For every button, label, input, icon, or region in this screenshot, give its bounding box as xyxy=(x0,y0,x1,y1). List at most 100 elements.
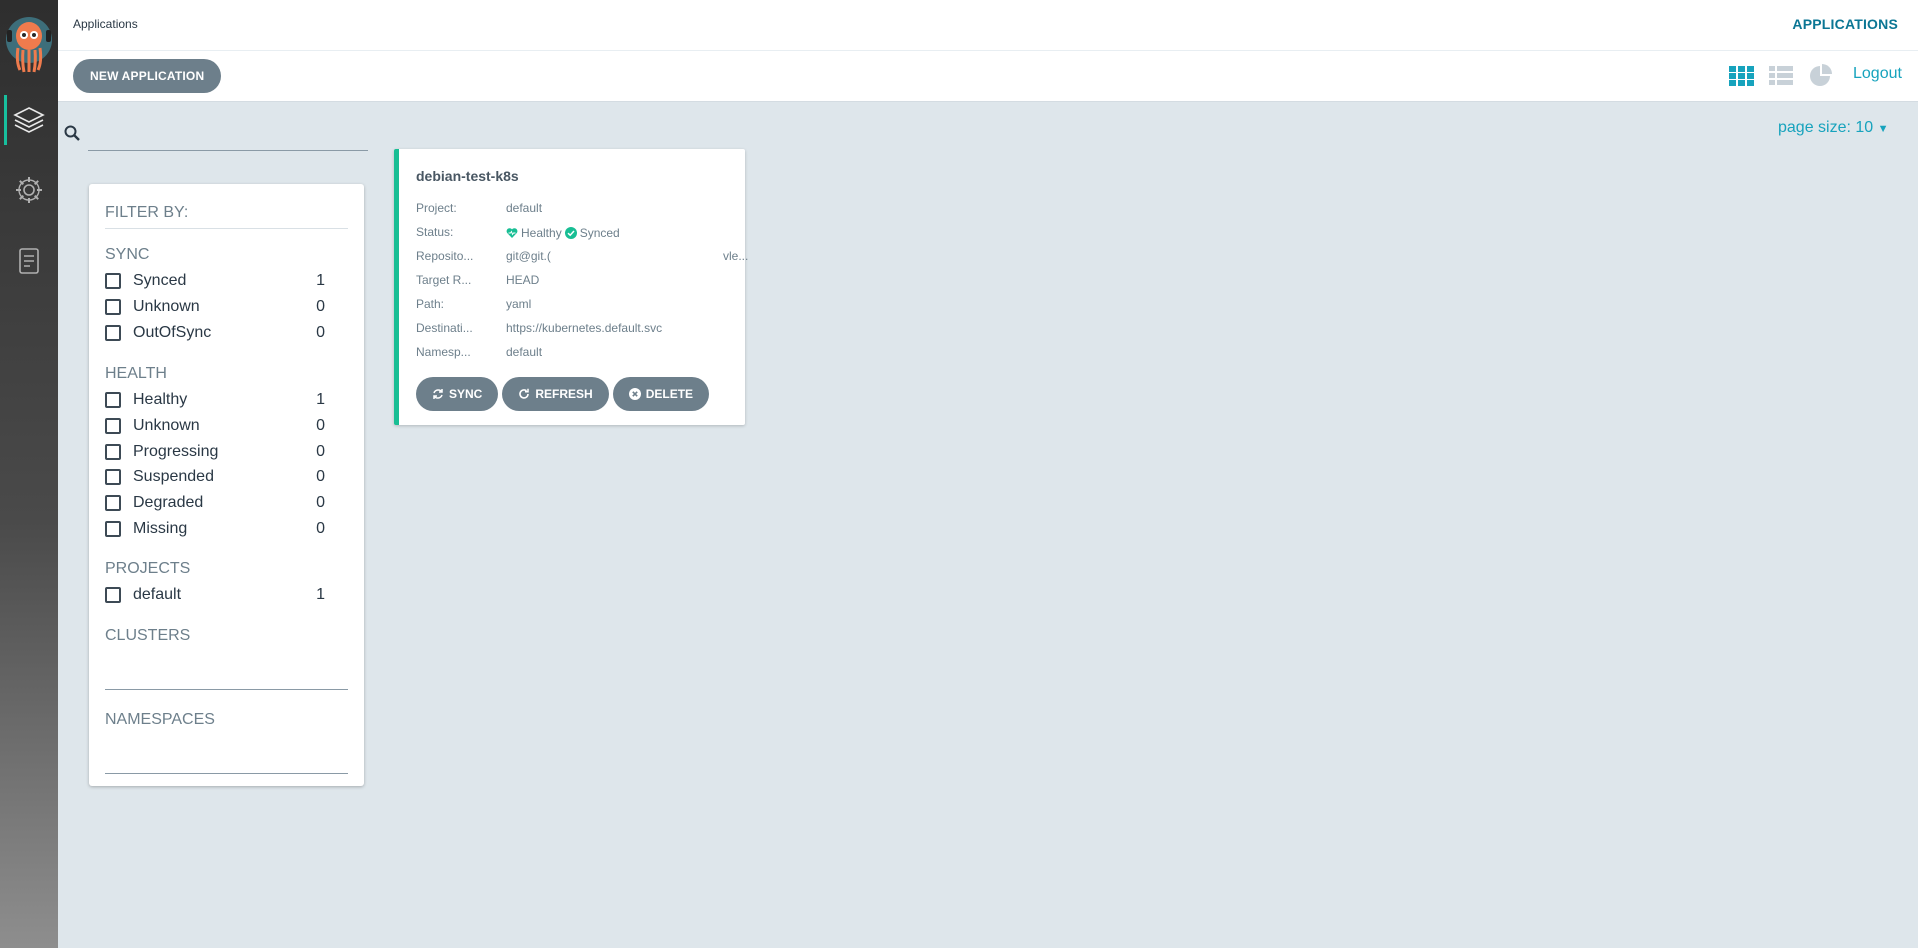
filter-label: Suspended xyxy=(133,468,214,485)
field-repository: Reposito... git@git.( vle... xyxy=(416,249,749,265)
field-destination: Destinati... https://kubernetes.default.s… xyxy=(416,321,746,337)
filter-health-healthy[interactable]: Healthy 1 xyxy=(105,388,325,412)
delete-button[interactable]: DELETE xyxy=(612,377,710,411)
filter-count: 0 xyxy=(316,468,325,485)
filter-health-progressing[interactable]: Progressing 0 xyxy=(105,440,325,464)
sync-button[interactable]: SYNC xyxy=(416,377,499,411)
card-actions: SYNC REFRESH DELETE xyxy=(416,377,710,411)
top-bar: Applications APPLICATIONS xyxy=(58,0,1918,51)
checkbox[interactable] xyxy=(105,392,121,408)
filter-project-default[interactable]: default 1 xyxy=(105,583,325,607)
field-value-tail: vle... xyxy=(723,249,749,263)
filter-count: 1 xyxy=(316,586,325,603)
logout-link[interactable]: Logout xyxy=(1853,65,1902,83)
filter-health-missing[interactable]: Missing 0 xyxy=(105,517,325,541)
tiles-view-icon[interactable] xyxy=(1728,63,1754,89)
summary-pie-icon[interactable] xyxy=(1808,63,1834,89)
breadcrumb[interactable]: Applications xyxy=(73,17,138,31)
filter-label: OutOfSync xyxy=(133,324,212,341)
filter-label: Degraded xyxy=(133,494,204,511)
page-title: APPLICATIONS xyxy=(1792,16,1898,32)
filter-count: 0 xyxy=(316,298,325,315)
search-icon xyxy=(64,125,80,141)
clusters-input[interactable] xyxy=(105,689,348,690)
field-key: Status: xyxy=(416,225,454,239)
layers-icon xyxy=(13,107,45,133)
app-name[interactable]: debian-test-k8s xyxy=(416,168,519,184)
nav-settings[interactable] xyxy=(0,165,58,215)
health-section-title: HEALTH xyxy=(105,365,167,382)
filter-count: 0 xyxy=(316,417,325,434)
field-value: default xyxy=(506,201,543,215)
checkbox[interactable] xyxy=(105,587,121,603)
checkbox[interactable] xyxy=(105,444,121,460)
sync-status: Synced xyxy=(579,226,620,240)
refresh-button-label: REFRESH xyxy=(535,387,593,401)
checkbox[interactable] xyxy=(105,495,121,511)
filter-label: Unknown xyxy=(133,417,200,434)
filter-count: 0 xyxy=(316,324,325,341)
checkbox[interactable] xyxy=(105,299,121,315)
field-project: Project: default xyxy=(416,201,746,217)
clusters-section-title: CLUSTERS xyxy=(105,627,191,644)
filter-label: Missing xyxy=(133,520,188,537)
filter-count: 0 xyxy=(316,443,325,460)
application-card[interactable]: debian-test-k8s Project: default Status: … xyxy=(394,149,749,425)
new-application-button[interactable]: NEW APPLICATION xyxy=(73,59,222,93)
sidebar xyxy=(0,0,58,948)
filter-health-degraded[interactable]: Degraded 0 xyxy=(105,491,325,515)
field-key: Reposito... xyxy=(416,249,474,263)
field-value: yaml xyxy=(506,297,532,311)
filter-label: Unknown xyxy=(133,298,200,315)
search-input[interactable] xyxy=(88,116,368,151)
field-target-revision: Target R... HEAD xyxy=(416,273,746,289)
filter-label: Healthy xyxy=(133,391,188,408)
filter-label: Progressing xyxy=(133,443,219,460)
filter-health-suspended[interactable]: Suspended 0 xyxy=(105,465,325,489)
heart-icon xyxy=(506,228,518,238)
namespaces-section-title: NAMESPACES xyxy=(105,711,215,728)
refresh-icon xyxy=(519,388,530,399)
field-key: Path: xyxy=(416,297,445,311)
gear-icon xyxy=(16,177,42,203)
filter-title: FILTER BY: xyxy=(105,204,348,229)
filter-count: 0 xyxy=(316,494,325,511)
filter-panel: FILTER BY: SYNC Synced 1 Unknown 0 OutOfSy… xyxy=(89,184,364,786)
check-circle-icon xyxy=(564,227,577,239)
field-key: Target R... xyxy=(416,273,472,287)
filter-count: 1 xyxy=(316,391,325,408)
field-namespace: Namesp... default xyxy=(416,345,746,361)
refresh-button[interactable]: REFRESH xyxy=(502,377,609,411)
nav-user-info[interactable] xyxy=(0,236,58,286)
filter-sync-outofsync[interactable]: OutOfSync 0 xyxy=(105,321,325,345)
page-size-dropdown[interactable]: page size: 10 ▼ xyxy=(1778,119,1889,137)
delete-button-label: DELETE xyxy=(645,387,694,401)
checkbox[interactable] xyxy=(105,325,121,341)
field-value: HEAD xyxy=(506,273,540,287)
checkbox[interactable] xyxy=(105,418,121,434)
filter-sync-synced[interactable]: Synced 1 xyxy=(105,269,325,293)
field-value: https://kubernetes.default.svc xyxy=(506,321,663,335)
field-status: Status: Healthy Synced xyxy=(416,225,746,241)
sync-icon xyxy=(433,389,443,399)
projects-section-title: PROJECTS xyxy=(105,560,191,577)
filter-label: Synced xyxy=(133,272,187,289)
field-value: git@git.( xyxy=(506,249,551,263)
argo-logo[interactable] xyxy=(4,8,54,74)
filter-health-unknown[interactable]: Unknown 0 xyxy=(105,414,325,438)
filter-sync-unknown[interactable]: Unknown 0 xyxy=(105,295,325,319)
times-circle-icon xyxy=(628,388,641,400)
filter-count: 0 xyxy=(316,520,325,537)
filter-count: 1 xyxy=(316,272,325,289)
caret-down-icon: ▼ xyxy=(1877,123,1889,135)
checkbox[interactable] xyxy=(105,273,121,289)
checkbox[interactable] xyxy=(105,521,121,537)
filter-label: default xyxy=(133,586,182,603)
list-view-icon[interactable] xyxy=(1768,63,1794,89)
sync-section-title: SYNC xyxy=(105,246,150,263)
nav-applications[interactable] xyxy=(0,95,58,145)
id-card-icon xyxy=(19,248,39,274)
namespaces-input[interactable] xyxy=(105,773,348,774)
sync-button-label: SYNC xyxy=(449,387,483,401)
checkbox[interactable] xyxy=(105,469,121,485)
